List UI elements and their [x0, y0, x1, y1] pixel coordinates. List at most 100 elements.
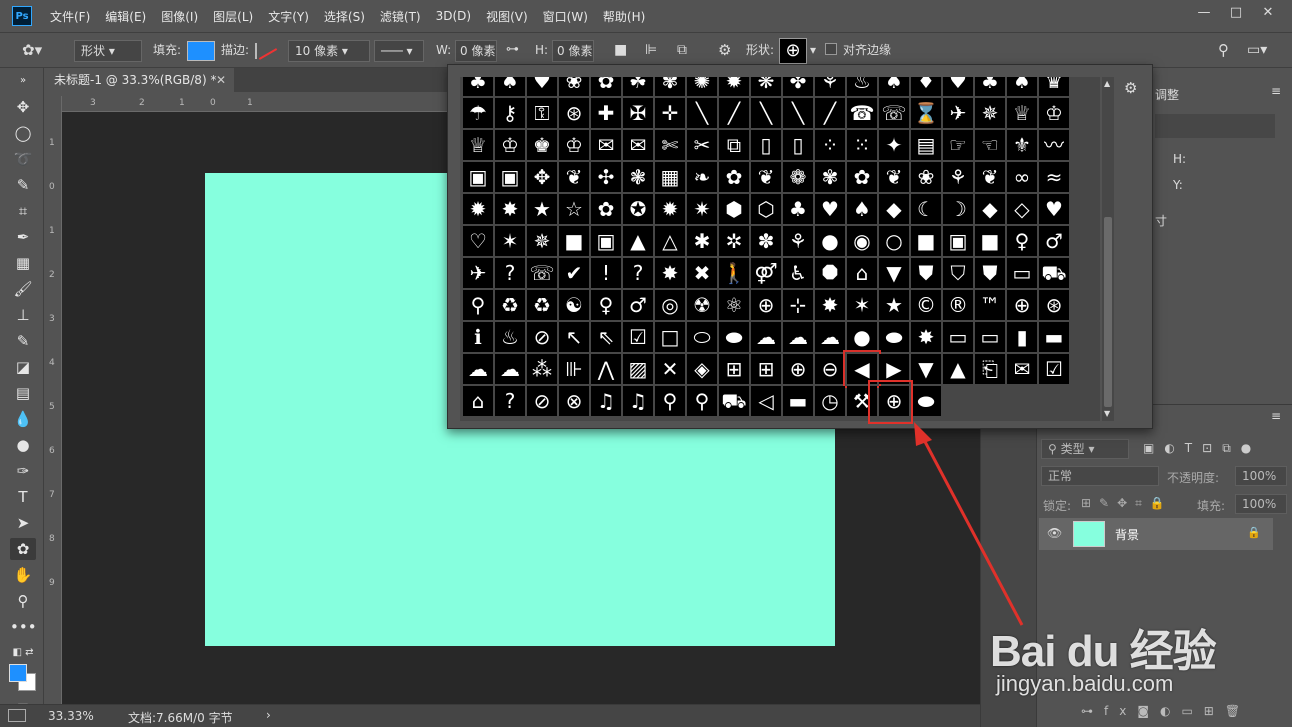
- shape-cell[interactable]: ❧: [687, 162, 717, 192]
- eraser-tool-icon[interactable]: ◪: [10, 356, 36, 378]
- shape-cell[interactable]: ♂: [1039, 226, 1069, 256]
- path-arrangement-icon[interactable]: ⧉: [677, 40, 687, 62]
- shape-cell[interactable]: ▯: [783, 130, 813, 160]
- stroke-type-dropdown[interactable]: ─── ▾: [374, 40, 424, 62]
- shape-cell[interactable]: ⋀: [591, 354, 621, 384]
- tab-document[interactable]: 未标题-1 @ 33.3%(RGB/8) * ✕: [44, 68, 234, 92]
- shape-cell[interactable]: ▦: [655, 162, 685, 192]
- shape-cell[interactable]: ♦: [911, 77, 941, 96]
- width-field[interactable]: 0 像素: [455, 40, 497, 62]
- shape-cell[interactable]: ☆: [559, 194, 589, 224]
- shape-cell[interactable]: ♔: [559, 130, 589, 160]
- shape-cell[interactable]: ★: [879, 290, 909, 320]
- shape-cell[interactable]: ■: [559, 226, 589, 256]
- shape-cell[interactable]: ?: [495, 258, 525, 288]
- shape-cell[interactable]: ♠: [847, 194, 877, 224]
- shape-cell[interactable]: ❃: [623, 162, 653, 192]
- shape-cell[interactable]: ⚘: [943, 162, 973, 192]
- shape-cell[interactable]: ⚷: [495, 98, 525, 128]
- shape-cell[interactable]: ❦: [559, 162, 589, 192]
- type-tool-icon[interactable]: T: [10, 486, 36, 508]
- shape-cell[interactable]: ⇖: [591, 322, 621, 352]
- shape-cell[interactable]: ▣: [591, 226, 621, 256]
- shape-cell[interactable]: ♔: [1039, 98, 1069, 128]
- shape-cell[interactable]: ☜: [975, 130, 1005, 160]
- shape-cell[interactable]: ╲: [751, 98, 781, 128]
- gradient-tool-icon[interactable]: ▤: [10, 382, 36, 404]
- shape-cell[interactable]: ✸: [911, 322, 941, 352]
- shape-cell[interactable]: ⚜: [1007, 130, 1037, 160]
- shape-cell[interactable]: ⊞: [751, 354, 781, 384]
- shape-cell[interactable]: ☂: [463, 98, 493, 128]
- shape-cell[interactable]: ♠: [495, 77, 525, 96]
- shape-cell[interactable]: ♥: [1039, 194, 1069, 224]
- brush-tool-icon[interactable]: 🖌: [10, 278, 36, 300]
- shape-cell[interactable]: ✖: [687, 258, 717, 288]
- shape-cell[interactable]: ⁂: [527, 354, 557, 384]
- shape-cell[interactable]: ?: [623, 258, 653, 288]
- shape-cell[interactable]: ⛟: [719, 386, 749, 416]
- menu-type[interactable]: 文字(Y): [268, 8, 309, 25]
- shape-cell[interactable]: ⛊: [975, 258, 1005, 288]
- path-select-tool-icon[interactable]: ➤: [10, 512, 36, 534]
- shape-cell[interactable]: ☁: [815, 322, 845, 352]
- shape-cell[interactable]: ♻: [527, 290, 557, 320]
- shape-cell[interactable]: ♚: [527, 130, 557, 160]
- shape-cell[interactable]: ⛉: [943, 258, 973, 288]
- layer-filter-icons[interactable]: ▣◐T⊡⧉●: [1143, 441, 1261, 456]
- scroll-up-icon[interactable]: ▲: [1104, 79, 1110, 88]
- menu-filter[interactable]: 滤镜(T): [380, 8, 421, 25]
- shape-cell[interactable]: ▭: [943, 322, 973, 352]
- eye-icon[interactable]: 👁: [1047, 526, 1062, 540]
- collapse-icon[interactable]: »: [10, 70, 36, 92]
- shape-cell[interactable]: ▣: [943, 226, 973, 256]
- menu-file[interactable]: 文件(F): [50, 8, 90, 25]
- shape-cell[interactable]: ♛: [1039, 77, 1069, 96]
- shape-cell[interactable]: !: [591, 258, 621, 288]
- shape-cell[interactable]: ❀: [911, 162, 941, 192]
- chevron-down-icon[interactable]: ▾: [810, 40, 816, 62]
- move-tool-icon[interactable]: ✥: [10, 96, 36, 118]
- shape-cell[interactable]: ❦: [751, 162, 781, 192]
- shape-cell[interactable]: ☑: [623, 322, 653, 352]
- shape-cell[interactable]: ✿: [847, 162, 877, 192]
- maximize-button[interactable]: □: [1222, 4, 1250, 22]
- shape-cell[interactable]: ✠: [623, 98, 653, 128]
- shape-cell[interactable]: ⬬: [719, 322, 749, 352]
- shape-cell[interactable]: 〰: [1039, 130, 1069, 160]
- lock-icons[interactable]: ⊞✎✥⌗🔒: [1081, 496, 1173, 511]
- shape-cell[interactable]: ■: [911, 226, 941, 256]
- shape-cell[interactable]: ⛟: [1039, 258, 1069, 288]
- shape-cell[interactable]: ⬡: [751, 194, 781, 224]
- shape-cell[interactable]: ❦: [975, 162, 1005, 192]
- shape-cell[interactable]: ⬢: [719, 194, 749, 224]
- menu-window[interactable]: 窗口(W): [543, 8, 588, 25]
- shape-cell[interactable]: ◆: [879, 194, 909, 224]
- shape-cell[interactable]: ♨: [495, 322, 525, 352]
- link-icon[interactable]: ⊶: [506, 40, 519, 62]
- shape-cell[interactable]: ⊕: [1007, 290, 1037, 320]
- chevron-right-icon[interactable]: ›: [266, 708, 271, 722]
- shape-cell[interactable]: ▨: [623, 354, 653, 384]
- shape-cell[interactable]: ╲: [687, 98, 717, 128]
- shape-cell[interactable]: ⚿: [527, 98, 557, 128]
- shape-cell[interactable]: ☁: [463, 354, 493, 384]
- shape-cell[interactable]: ♀: [591, 290, 621, 320]
- shape-cell[interactable]: ⁘: [815, 130, 845, 160]
- shape-cell[interactable]: ▬: [783, 386, 813, 416]
- shape-cell[interactable]: ╱: [815, 98, 845, 128]
- shape-cell[interactable]: ✂: [687, 130, 717, 160]
- shape-cell[interactable]: ✹: [463, 194, 493, 224]
- screen-mode-icon[interactable]: [8, 709, 26, 722]
- shape-cell[interactable]: ⊛: [559, 98, 589, 128]
- shape-cell[interactable]: ✿: [719, 162, 749, 192]
- shape-cell[interactable]: ⚲: [463, 290, 493, 320]
- shape-cell[interactable]: ◁: [751, 386, 781, 416]
- shape-cell[interactable]: ♂: [623, 290, 653, 320]
- shape-cell[interactable]: ▼: [911, 354, 941, 384]
- shape-cell[interactable]: ✶: [495, 226, 525, 256]
- shape-cell[interactable]: ✚: [591, 98, 621, 128]
- quick-select-tool-icon[interactable]: ✎: [10, 174, 36, 196]
- shape-cell[interactable]: ∞: [1007, 162, 1037, 192]
- shape-cell[interactable]: ☞: [943, 130, 973, 160]
